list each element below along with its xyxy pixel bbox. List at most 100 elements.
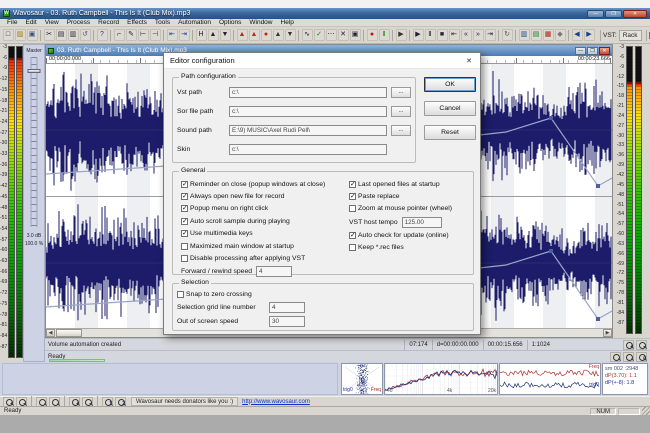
menu-help[interactable]: Help (277, 19, 298, 26)
forward-button[interactable]: » (473, 29, 484, 41)
minimize-button[interactable]: — (587, 10, 604, 18)
reset-button[interactable]: Reset (424, 125, 476, 140)
options-dots-button[interactable]: ⋯ (326, 29, 337, 41)
save-file-button[interactable]: ▣ (27, 29, 38, 41)
loop-out-button[interactable]: ⊣ (150, 29, 161, 41)
scrollbar-thumb[interactable] (56, 329, 82, 337)
menu-file[interactable]: File (3, 19, 21, 26)
ok-button[interactable]: OK (424, 77, 476, 92)
wavosaur-link[interactable]: http://www.wavosaur.com (242, 399, 310, 405)
rewind-button[interactable]: « (461, 29, 472, 41)
menu-edit[interactable]: Edit (21, 19, 40, 26)
checkbox[interactable]: ✓ (181, 181, 188, 188)
frame-view-button[interactable]: ▣ (350, 29, 361, 41)
scroll-left-arrow[interactable]: ◀ (46, 329, 55, 337)
record-pause-button[interactable]: Ⅱ (379, 29, 390, 41)
zoom-horizontal-icon[interactable] (610, 352, 621, 362)
menu-record[interactable]: Record (94, 19, 123, 26)
undo-button[interactable]: ↺ (80, 29, 91, 41)
checkbox[interactable]: ✓ (349, 232, 356, 239)
show-mixer-button[interactable]: ◆ (555, 29, 566, 41)
nav-back-button[interactable]: ◀ (572, 29, 583, 41)
browse-button[interactable]: ... (391, 125, 411, 136)
field-input[interactable]: 125.00 (402, 217, 442, 228)
select-tool-button[interactable]: ⌐ (114, 29, 125, 41)
go-end-button[interactable]: ⇥ (485, 29, 496, 41)
pause-button[interactable]: Ⅱ (425, 29, 436, 41)
field-input[interactable]: 4 (269, 302, 305, 313)
pencil-tool-button[interactable]: ✎ (126, 29, 137, 41)
browse-button[interactable]: ... (391, 106, 411, 117)
draw-tool-button[interactable]: ∿ (302, 29, 313, 41)
checkbox[interactable] (177, 291, 184, 298)
menu-process[interactable]: Process (63, 19, 94, 26)
snap-right-button[interactable]: ⇥ (179, 29, 190, 41)
snapshot-1-icon[interactable]: 1 (102, 397, 113, 407)
menu-effects[interactable]: Effects (123, 19, 151, 26)
resize-grip[interactable] (642, 407, 650, 415)
play-from-cursor-button[interactable]: ▶ (396, 29, 407, 41)
checkbox[interactable]: ✓ (349, 193, 356, 200)
fit-horizontal-button[interactable]: H (196, 29, 207, 41)
master-fader-track[interactable] (31, 57, 38, 227)
show-spectrum-button[interactable]: ▤ (531, 29, 542, 41)
snapshot-2-icon[interactable]: 2 (115, 397, 126, 407)
checkbox[interactable]: ✓ (181, 230, 188, 237)
zoom-out-icon[interactable]: − (16, 397, 27, 407)
go-start-button[interactable]: ⇤ (449, 29, 460, 41)
path-input[interactable]: c:\ (229, 106, 387, 117)
cut-button[interactable]: ✂ (44, 29, 55, 41)
zoom-all-icon[interactable] (49, 397, 60, 407)
document-close-button[interactable]: ✕ (599, 47, 610, 55)
loop-in-button[interactable]: ⊢ (138, 29, 149, 41)
dialog-close-icon[interactable]: ✕ (462, 56, 476, 67)
cue-1-button[interactable]: ▲ (237, 29, 248, 41)
copy-button[interactable]: ▤ (56, 29, 67, 41)
path-input[interactable]: c:\ (229, 87, 387, 98)
menu-tools[interactable]: Tools (151, 19, 174, 26)
checkbox[interactable] (349, 205, 356, 212)
zoom-vertical-out-icon[interactable]: − (82, 397, 93, 407)
record-button[interactable]: ● (367, 29, 378, 41)
play-button[interactable]: ▶ (413, 29, 424, 41)
channel-up-button[interactable]: ▲ (208, 29, 219, 41)
zoom-selection-icon[interactable] (36, 397, 47, 407)
zoom-reset-icon[interactable]: 0 (636, 352, 647, 362)
scroll-right-arrow[interactable]: ▶ (603, 329, 612, 337)
document-maximize-button[interactable]: ❐ (587, 47, 598, 55)
document-minimize-button[interactable]: — (575, 47, 586, 55)
stop-button[interactable]: ■ (437, 29, 448, 41)
zoom-in-icon[interactable]: + (3, 397, 14, 407)
validate-button[interactable]: ✓ (314, 29, 325, 41)
path-input[interactable]: c:\ (229, 144, 387, 155)
input-down-button[interactable]: ▼ (285, 29, 296, 41)
record-marker-button[interactable]: ● (261, 29, 272, 41)
menu-view[interactable]: View (41, 19, 63, 26)
maximize-button[interactable]: ❐ (605, 10, 622, 18)
window-titlebar[interactable]: W Wavosaur - 03. Ruth Campbell - This Is… (0, 8, 650, 19)
channel-down-button[interactable]: ▼ (220, 29, 231, 41)
zoom-vertical-icon[interactable] (623, 352, 634, 362)
dialog-titlebar[interactable]: Editor configuration (164, 53, 480, 69)
help-button[interactable]: ? (97, 29, 108, 41)
zoom-in-small-icon[interactable]: + (623, 340, 634, 350)
menu-options[interactable]: Options (215, 19, 245, 26)
nav-forward-button[interactable]: ▶ (584, 29, 595, 41)
menu-window[interactable]: Window (245, 19, 276, 26)
show-vu-meter-button[interactable]: ▥ (519, 29, 530, 41)
browse-button[interactable]: ... (391, 87, 411, 98)
input-up-button[interactable]: ▲ (273, 29, 284, 41)
forward-rewind-input[interactable]: 4 (256, 266, 292, 277)
menu-automation[interactable]: Automation (174, 19, 215, 26)
zoom-out-small-icon[interactable]: − (636, 340, 647, 350)
checkbox[interactable] (181, 243, 188, 250)
vst-rack-button[interactable]: Rack (619, 30, 642, 41)
cue-2-button[interactable]: ▲ (249, 29, 260, 41)
show-rack-button[interactable]: ▦ (543, 29, 554, 41)
field-input[interactable]: 30 (269, 316, 305, 327)
checkbox[interactable] (349, 244, 356, 251)
master-fader-thumb[interactable] (28, 69, 41, 73)
checkbox[interactable]: ✓ (349, 181, 356, 188)
checkbox[interactable]: ✓ (181, 193, 188, 200)
paste-button[interactable]: ▥ (68, 29, 79, 41)
